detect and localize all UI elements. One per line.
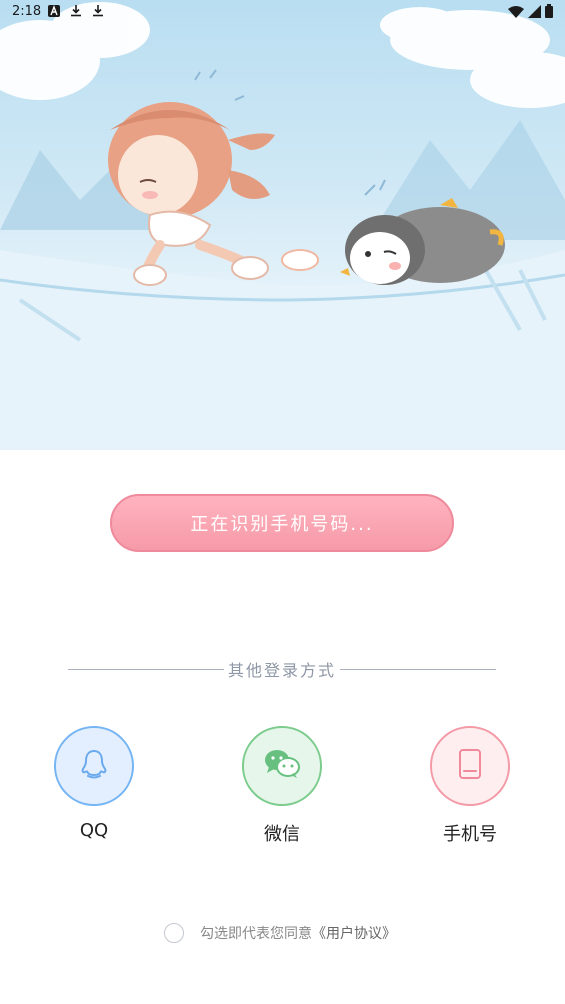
hero-illustration [0,0,565,450]
divider-line-right [340,668,497,670]
agreement-checkbox[interactable] [164,923,184,943]
wifi-icon [508,5,524,22]
agreement-row: 勾选即代表您同意《用户协议》 [164,921,396,945]
wechat-login-label: 微信 [264,824,300,845]
signal-icon [528,4,541,22]
girl-character [108,102,319,286]
font-a-icon [48,4,60,21]
phone-login-button[interactable] [430,726,510,806]
login-option-qq[interactable]: QQ [24,726,164,841]
login-page: 2:18 正在识别手机号码... 其他登录方式 QQ 微信 手机号 勾选即代表您… [0,0,565,1004]
download-icon [70,4,82,21]
other-login-divider: 其他登录方式 [68,657,497,681]
status-time: 2:18 [12,4,42,19]
phone-icon [457,748,483,784]
hero-scene [0,2,565,450]
wechat-login-button[interactable] [242,726,322,806]
identify-phone-label: 正在识别手机号码... [190,514,374,535]
login-option-wechat[interactable]: 微信 [212,726,352,846]
login-option-phone[interactable]: 手机号 [400,726,540,846]
status-left-icons [48,4,104,21]
divider-line-left [68,668,224,670]
agreement-text: 勾选即代表您同意 [200,926,312,942]
status-right-icons [508,4,553,22]
status-bar: 2:18 [0,0,565,24]
other-login-title: 其他登录方式 [228,661,337,680]
qq-login-button[interactable] [54,726,134,806]
identify-phone-button[interactable]: 正在识别手机号码... [110,494,454,552]
battery-icon [545,4,553,22]
user-agreement-link[interactable]: 《用户协议》 [312,926,396,942]
qq-icon [79,748,109,784]
wechat-icon [263,748,301,784]
download-icon [92,4,104,21]
qq-login-label: QQ [79,820,109,841]
phone-login-label: 手机号 [443,824,497,845]
